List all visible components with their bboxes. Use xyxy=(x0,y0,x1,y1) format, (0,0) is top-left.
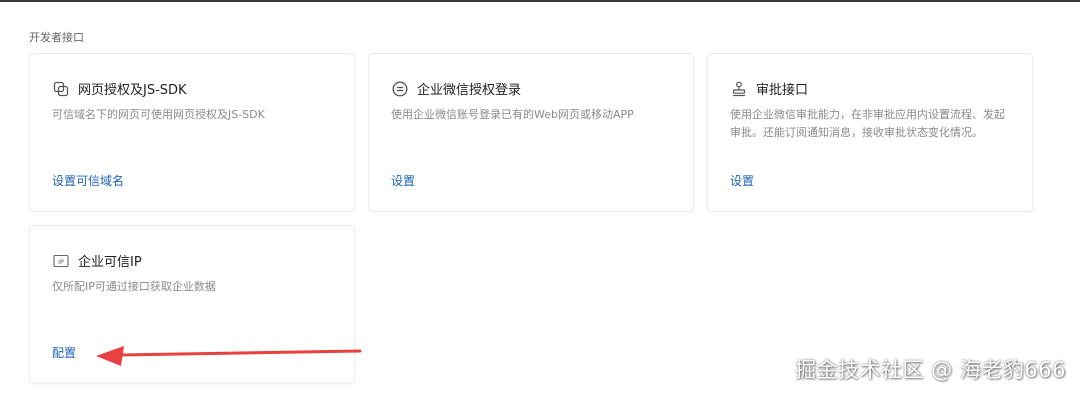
card-title: 企业微信授权登录 xyxy=(417,83,522,98)
card-login-auth: 企业微信授权登录 使用企业微信账号登录已有的Web网页或移动APP 设置 xyxy=(368,53,694,212)
stamp-icon xyxy=(730,80,748,98)
card-description: 仅所配IP可通过接口获取企业数据 xyxy=(52,280,216,293)
card-title: 审批接口 xyxy=(756,83,809,98)
login-settings-link[interactable]: 设置 xyxy=(391,172,415,189)
set-trusted-domain-link[interactable]: 设置可信域名 xyxy=(52,172,124,189)
card-title: 网页授权及JS-SDK xyxy=(78,83,187,98)
section-title: 开发者接口 xyxy=(29,31,84,44)
approval-settings-link[interactable]: 设置 xyxy=(730,172,754,189)
svg-text:IP: IP xyxy=(58,258,64,266)
card-title: 企业可信IP xyxy=(78,255,142,270)
web-auth-icon xyxy=(52,80,70,98)
card-description: 使用企业微信账号登录已有的Web网页或移动APP xyxy=(391,108,634,121)
login-icon xyxy=(391,80,409,98)
card-approval-api: 审批接口 使用企业微信审批能力，在非审批应用内设置流程、发起审批。还能订阅通知消… xyxy=(707,53,1033,212)
card-description: 使用企业微信审批能力，在非审批应用内设置流程、发起审批。还能订阅通知消息，接收审… xyxy=(730,108,1005,139)
card-description: 可信域名下的网页可使用网页授权及JS-SDK xyxy=(52,108,265,121)
top-divider xyxy=(0,0,1080,2)
card-trusted-ip: IP 企业可信IP 仅所配IP可通过接口获取企业数据 配置 xyxy=(29,225,355,384)
ip-icon: IP xyxy=(52,252,70,270)
configure-ip-link[interactable]: 配置 xyxy=(52,344,76,361)
card-web-auth: 网页授权及JS-SDK 可信域名下的网页可使用网页授权及JS-SDK 设置可信域… xyxy=(29,53,355,212)
watermark: 掘金技术社区 @ 海老豹666 xyxy=(795,358,1066,382)
